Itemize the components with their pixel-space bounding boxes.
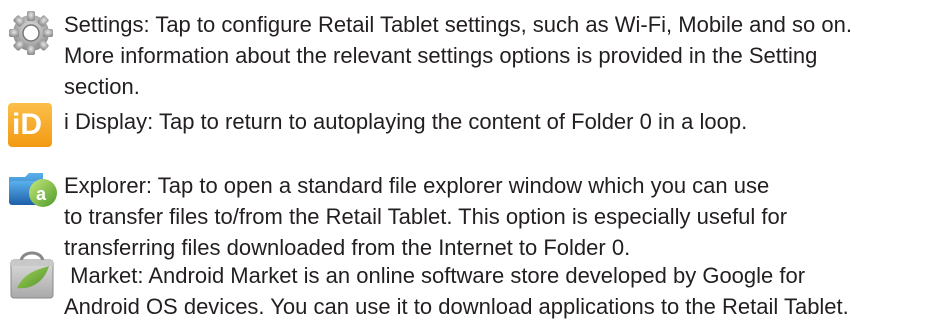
idisplay-icon: iD xyxy=(8,103,52,147)
svg-text:a: a xyxy=(36,184,47,204)
market-bag-icon xyxy=(7,244,57,300)
settings-line-1: Settings: Tap to configure Retail Tablet… xyxy=(64,12,852,37)
idisplay-icon-label: iD xyxy=(12,108,42,141)
idisplay-line-1: i Display: Tap to return to autoplaying … xyxy=(64,109,748,134)
explorer-line-1: Explorer: Tap to open a standard file ex… xyxy=(64,173,770,198)
settings-line-3: section. xyxy=(64,74,140,99)
market-line-2: Android OS devices. You can use it to do… xyxy=(64,294,849,319)
market-line-1: Market: Android Market is an online soft… xyxy=(64,263,806,288)
explorer-line-3: transferring files downloaded from the I… xyxy=(64,235,631,260)
gear-icon xyxy=(7,9,55,57)
settings-line-2: More information about the relevant sett… xyxy=(64,43,818,68)
explorer-icon: a xyxy=(7,167,59,211)
explorer-line-2: to transfer files to/from the Retail Tab… xyxy=(64,204,788,229)
